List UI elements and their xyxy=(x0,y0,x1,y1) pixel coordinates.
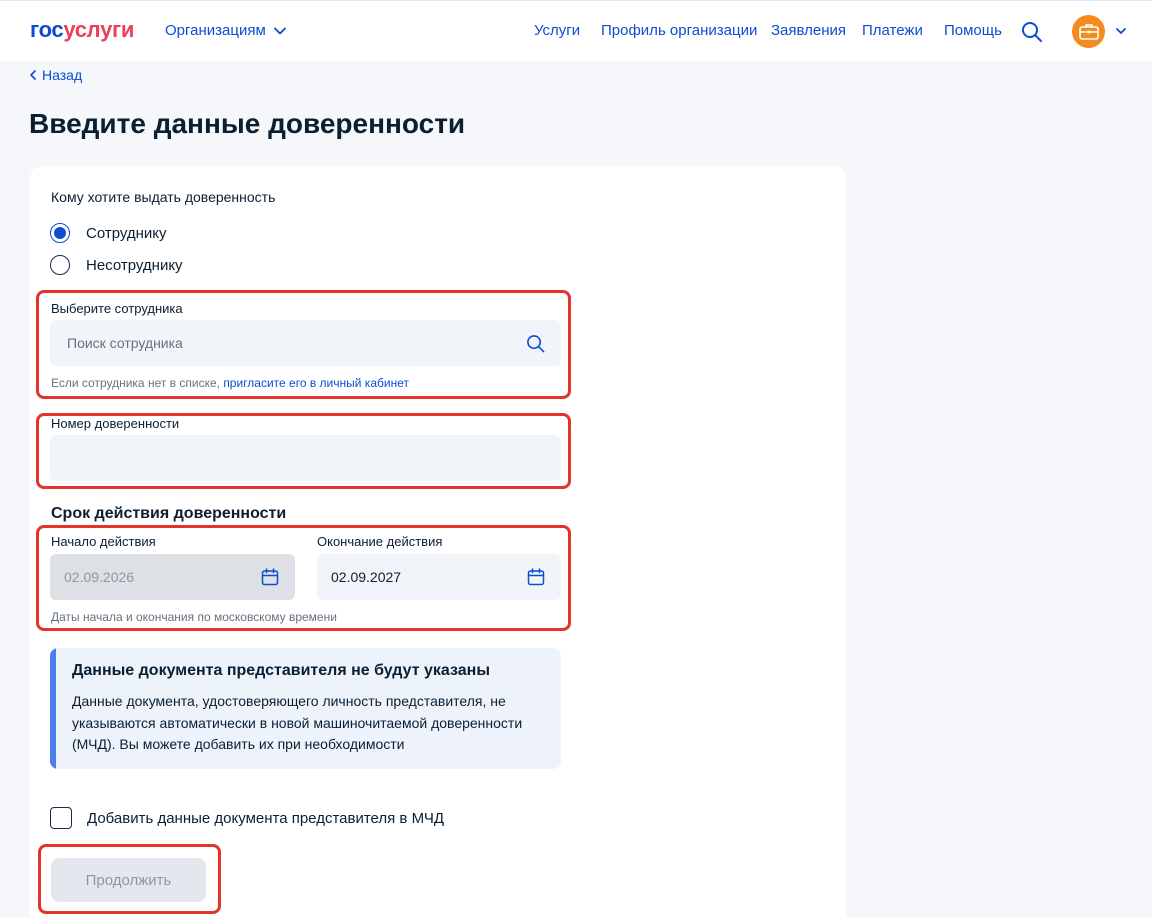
chevron-left-icon xyxy=(30,70,36,80)
search-icon[interactable] xyxy=(1021,21,1043,43)
end-date-label: Окончание действия xyxy=(317,534,443,549)
top-header: госуслуги Организациям Услуги Профиль ор… xyxy=(0,0,1152,61)
back-link[interactable]: Назад xyxy=(29,67,82,83)
employee-field-label: Выберите сотрудника xyxy=(51,301,183,316)
start-date-value: 02.09.2026 xyxy=(64,569,135,585)
radio-non-employee-label: Несотруднику xyxy=(86,256,183,274)
nav-payments[interactable]: Платежи xyxy=(862,22,923,39)
nav-help[interactable]: Помощь xyxy=(944,22,1002,39)
start-date-label: Начало действия xyxy=(51,534,156,549)
logo-part-uslugi: услуги xyxy=(63,17,135,42)
search-icon[interactable] xyxy=(526,334,545,353)
employee-search-input[interactable]: Поиск сотрудника xyxy=(50,320,561,366)
info-notice: Данные документа представителя не будут … xyxy=(50,648,561,769)
recipient-question: Кому хотите выдать доверенность xyxy=(51,189,276,205)
start-date-input[interactable]: 02.09.2026 xyxy=(50,554,295,600)
radio-employee[interactable]: Сотруднику xyxy=(50,223,167,243)
organizations-menu-label: Организациям xyxy=(165,22,266,39)
org-avatar[interactable] xyxy=(1072,15,1105,48)
info-text: Данные документа, удостоверяющего личнос… xyxy=(72,693,523,752)
gosuslugi-logo[interactable]: госуслуги xyxy=(30,17,134,43)
employee-search-placeholder: Поиск сотрудника xyxy=(67,335,183,351)
back-link-label: Назад xyxy=(42,67,83,83)
radio-button-unchecked[interactable] xyxy=(50,255,70,275)
calendar-icon[interactable] xyxy=(527,568,545,586)
page-title: Введите данные доверенности xyxy=(29,108,466,139)
info-title: Данные документа представителя не будут … xyxy=(72,662,490,679)
briefcase-icon xyxy=(1078,24,1099,40)
nav-org-profile[interactable]: Профиль организации xyxy=(601,22,757,39)
logo-part-gos: гос xyxy=(30,17,64,42)
end-date-value: 02.09.2027 xyxy=(331,569,402,585)
nav-applications[interactable]: Заявления xyxy=(771,22,846,39)
account-chevron-down-icon[interactable] xyxy=(1115,25,1127,37)
add-doc-checkbox[interactable] xyxy=(50,807,72,829)
organizations-menu[interactable]: Организациям xyxy=(165,22,286,39)
info-accent-bar xyxy=(50,648,56,769)
nav-services[interactable]: Услуги xyxy=(534,22,580,39)
dates-hint: Даты начала и окончания по московскому в… xyxy=(51,610,337,624)
chevron-down-icon xyxy=(273,27,286,34)
poa-number-input[interactable] xyxy=(50,435,561,481)
employee-hint: Если сотрудника нет в списке, пригласите… xyxy=(51,376,409,390)
end-date-input[interactable]: 02.09.2027 xyxy=(317,554,561,600)
add-doc-checkbox-label: Добавить данные документа представителя … xyxy=(87,809,445,827)
employee-hint-text: Если сотрудника нет в списке, xyxy=(51,376,224,390)
add-doc-checkbox-row[interactable]: Добавить данные документа представителя … xyxy=(50,807,444,829)
radio-non-employee[interactable]: Несотруднику xyxy=(50,255,183,275)
validity-section-title: Срок действия доверенности xyxy=(51,505,287,522)
poa-number-label: Номер доверенности xyxy=(51,416,180,431)
radio-employee-label: Сотруднику xyxy=(86,224,167,242)
continue-button[interactable]: Продолжить xyxy=(51,858,206,902)
radio-button-checked[interactable] xyxy=(50,223,70,243)
calendar-icon[interactable] xyxy=(261,568,279,586)
invite-employee-link[interactable]: пригласите его в личный кабинет xyxy=(223,376,409,390)
